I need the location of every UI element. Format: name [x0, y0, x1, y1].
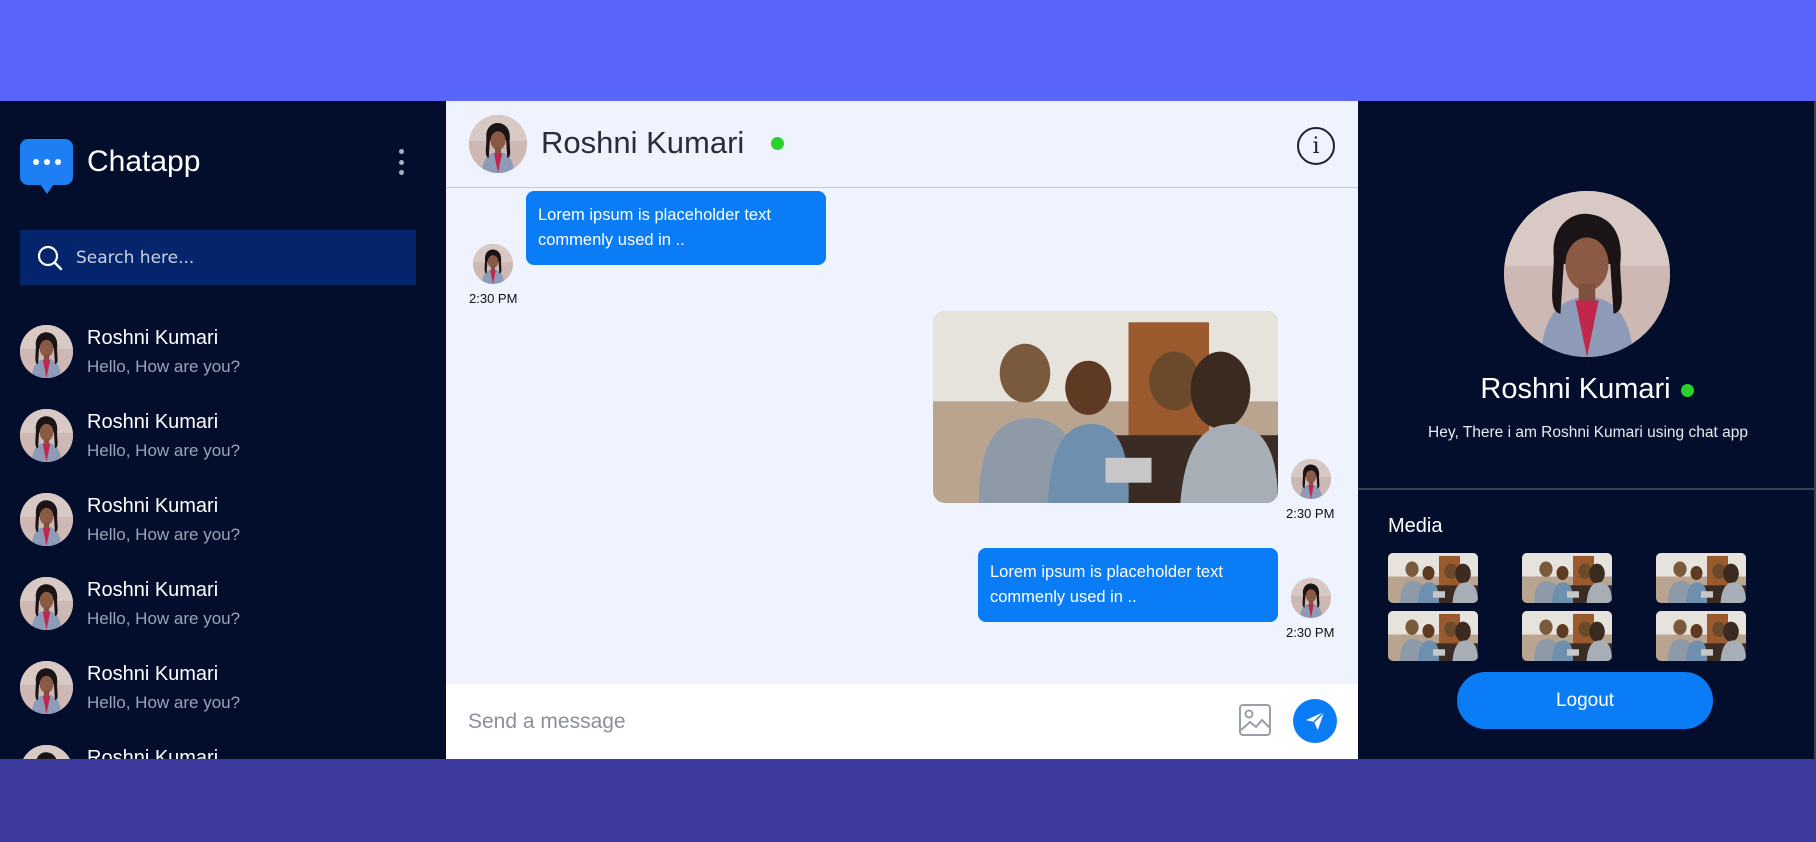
contact-item[interactable]: Roshni Kumari [0, 745, 446, 759]
media-thumbnail[interactable] [1522, 611, 1612, 661]
search-input[interactable] [76, 247, 396, 268]
media-thumbnail[interactable] [1388, 553, 1478, 603]
profile-panel: Roshni Kumari Hey, There i am Roshni Kum… [1358, 101, 1816, 759]
profile-status: Hey, There i am Roshni Kumari using chat… [1428, 424, 1748, 441]
profile-name: Roshni Kumari [1480, 373, 1671, 405]
contact-name: Roshni Kumari [87, 327, 219, 349]
message-bubble: Lorem ipsum is placeholder text commenly… [526, 191, 826, 265]
contact-preview: Hello, How are you? [87, 525, 241, 544]
divider [1358, 488, 1816, 490]
send-icon [1305, 711, 1325, 731]
logout-button[interactable]: Logout [1457, 672, 1713, 729]
online-status-dot [771, 137, 784, 150]
app-name: Chatapp [87, 145, 201, 178]
send-button[interactable] [1293, 699, 1337, 743]
sidebar: Chatapp Roshni Kumari Hello, How are you… [0, 101, 446, 759]
media-title: Media [1388, 515, 1443, 537]
contact-item[interactable]: Roshni Kumari Hello, How are you? [0, 577, 446, 661]
chat-contact-name: Roshni Kumari [541, 125, 745, 160]
chat-panel: Roshni Kumari i Lorem ipsum is placehold… [446, 101, 1358, 759]
avatar[interactable] [469, 115, 527, 173]
media-thumbnail[interactable] [1522, 553, 1612, 603]
contact-preview: Hello, How are you? [87, 609, 241, 628]
avatar [20, 493, 73, 546]
profile-avatar [1504, 191, 1670, 357]
media-thumbnail[interactable] [1656, 611, 1746, 661]
contact-name: Roshni Kumari [87, 579, 219, 601]
chat-header: Roshni Kumari i [446, 101, 1358, 188]
media-thumbnail[interactable] [1656, 553, 1746, 603]
contact-preview: Hello, How are you? [87, 357, 241, 376]
background-bottom [0, 759, 1816, 842]
brand: Chatapp [20, 139, 201, 194]
media-grid [1388, 553, 1748, 661]
message-time: 2:30 PM [1286, 506, 1335, 521]
avatar [20, 577, 73, 630]
avatar [1291, 578, 1331, 618]
profile-name-row: Roshni Kumari [1358, 373, 1816, 406]
message-list: Lorem ipsum is placeholder text commenly… [446, 189, 1358, 684]
avatar [20, 745, 73, 759]
avatar [20, 325, 73, 378]
contact-preview: Hello, How are you? [87, 441, 241, 460]
message-bubble: Lorem ipsum is placeholder text commenly… [978, 548, 1278, 622]
message-input[interactable] [468, 704, 1208, 740]
contact-name: Roshni Kumari [87, 411, 219, 433]
contact-name: Roshni Kumari [87, 747, 219, 759]
online-status-dot [1680, 383, 1694, 397]
chat-bubble-logo-icon [20, 139, 73, 194]
search-icon [37, 245, 63, 270]
avatar [473, 244, 513, 284]
avatar [20, 661, 73, 714]
message-time: 2:30 PM [1286, 625, 1335, 640]
contact-name: Roshni Kumari [87, 663, 219, 685]
contact-name: Roshni Kumari [87, 495, 219, 517]
contact-item[interactable]: Roshni Kumari Hello, How are you? [0, 325, 446, 409]
contact-preview: Hello, How are you? [87, 693, 241, 712]
more-options-icon[interactable] [394, 149, 408, 175]
chat-app: Chatapp Roshni Kumari Hello, How are you… [0, 101, 1816, 759]
contact-item[interactable]: Roshni Kumari Hello, How are you? [0, 493, 446, 577]
message-image[interactable] [933, 311, 1278, 503]
search-box [20, 230, 416, 285]
avatar [1291, 459, 1331, 499]
contact-item[interactable]: Roshni Kumari Hello, How are you? [0, 661, 446, 745]
media-thumbnail[interactable] [1388, 611, 1478, 661]
message-composer [446, 684, 1358, 759]
image-attach-icon[interactable] [1238, 703, 1272, 737]
info-icon[interactable]: i [1297, 127, 1335, 165]
avatar [20, 409, 73, 462]
contact-list: Roshni Kumari Hello, How are you? Roshni… [0, 325, 446, 759]
contact-item[interactable]: Roshni Kumari Hello, How are you? [0, 409, 446, 493]
background-top [0, 0, 1816, 101]
message-time: 2:30 PM [469, 291, 518, 306]
